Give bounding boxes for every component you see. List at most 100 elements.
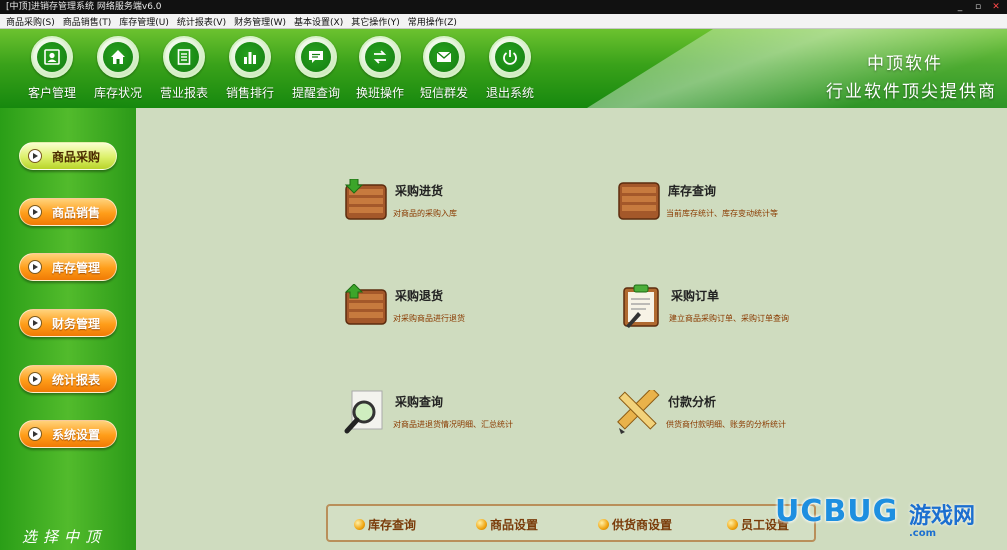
function-purchase-return[interactable]: 采购退货 对采购商品进行退货 [344,284,584,344]
quick-supplier-settings[interactable]: 供货商设置 [598,516,672,533]
sidebar-item-label: 商品销售 [52,205,101,220]
function-purchase-query[interactable]: 采购查询 对商品进退货情况明细、汇总统计 [344,390,584,450]
brand-name: 中顶软件 [867,54,943,74]
menu-inventory[interactable]: 库存管理(U) [119,15,169,28]
window-controls: _ ▫ ✕ [955,0,1001,14]
play-icon [28,205,42,219]
quick-label: 供货商设置 [612,518,673,532]
function-title: 采购进货 [395,184,444,198]
function-desc: 对商品进退货情况明细、汇总统计 [393,420,513,429]
menu-common[interactable]: 常用操作(Z) [408,15,457,28]
bar-chart-icon [244,52,256,64]
play-icon [28,149,42,163]
watermark-logo: UCBUG [775,494,899,529]
toolbar-sales-ranking-button[interactable]: 销售排行 [217,36,283,104]
swap-icon [373,50,387,64]
function-title: 付款分析 [668,395,717,409]
toolbar-business-report-button[interactable]: 营业报表 [151,36,217,104]
sidebar-item-purchase[interactable]: 商品采购 [19,142,117,170]
main-toolbar: 客户管理 库存状况 营业报表 销售排行 提醒查询 换班操作 短信群发 退出系统 … [0,29,1007,108]
function-title: 采购订单 [671,289,720,303]
menu-basic-settings[interactable]: 基本设置(X) [294,15,343,28]
watermark: UCBUG 游戏网 .com [775,488,997,546]
toolbar-exit-button[interactable]: 退出系统 [477,36,543,104]
customer-icon [44,49,60,65]
home-icon [111,50,125,64]
function-stock-query[interactable]: 库存查询 当前库存统计、库存变动统计等 [617,179,857,239]
window-title-bar: [中顶]进销存管理系统 网络服务端v6.0 _ ▫ ✕ [0,0,1007,14]
toolbar-customer-button[interactable]: 客户管理 [19,36,85,104]
sidebar-item-finance[interactable]: 财务管理 [19,309,117,337]
toolbar-sms-button[interactable]: 短信群发 [411,36,477,104]
play-icon [28,372,42,386]
sidebar-item-label: 系统设置 [52,427,101,442]
sidebar-item-label: 财务管理 [52,316,101,331]
function-purchase-in[interactable]: 采购进货 对商品的采购入库 [344,179,584,239]
watermark-text: 游戏网 [909,504,976,529]
menu-other[interactable]: 其它操作(Y) [351,15,400,28]
magnifier-icon [344,390,383,434]
toolbar-stock-status-button[interactable]: 库存状况 [85,36,151,104]
toolbar-label: 短信群发 [419,86,468,100]
window-title: [中顶]进销存管理系统 网络服务端v6.0 [6,2,162,12]
play-icon [28,316,42,330]
orange-bullet-icon [598,519,609,530]
menu-bar: 商品采购(S) 商品销售(T) 库存管理(U) 统计报表(V) 财务管理(W) … [0,14,1007,29]
function-purchase-order[interactable]: 采购订单 建立商品采购订单、采购订单查询 [620,284,860,344]
clipboard-icon [623,284,659,328]
message-icon [309,51,323,63]
minimize-icon[interactable]: _ [955,0,965,14]
function-title: 库存查询 [668,184,717,198]
menu-sales[interactable]: 商品销售(T) [63,15,112,28]
toolbar-reminder-button[interactable]: 提醒查询 [283,36,349,104]
watermark-domain: .com [909,528,937,539]
function-payment-analysis[interactable]: 付款分析 供货商付款明细、账务的分析统计 [617,390,857,450]
function-desc: 建立商品采购订单、采购订单查询 [669,314,789,323]
crate-up-icon [344,284,387,325]
orange-bullet-icon [354,519,365,530]
sidebar-item-settings[interactable]: 系统设置 [19,420,117,448]
toolbar-label: 提醒查询 [291,86,340,100]
function-desc: 对商品的采购入库 [393,209,457,218]
function-desc: 供货商付款明细、账务的分析统计 [666,420,786,429]
close-icon[interactable]: ✕ [991,0,1001,14]
sidebar-item-reports[interactable]: 统计报表 [19,365,117,393]
menu-purchase[interactable]: 商品采购(S) [6,15,55,28]
function-desc: 当前库存统计、库存变动统计等 [666,209,778,218]
crate-icon [618,182,660,220]
left-sidebar: 商品采购 商品销售 库存管理 财务管理 统计报表 系统设置 选择中顶 [0,108,136,550]
sidebar-item-sales[interactable]: 商品销售 [19,198,117,226]
menu-reports[interactable]: 统计报表(V) [177,15,226,28]
ruler-pencil-icon [617,390,660,434]
toolbar-label: 换班操作 [355,86,404,100]
crate-down-icon [344,179,387,220]
toolbar-label: 退出系统 [485,86,534,100]
sidebar-item-inventory[interactable]: 库存管理 [19,253,117,281]
sidebar-slogan: 选择中顶 [22,528,107,546]
maximize-icon[interactable]: ▫ [973,0,983,14]
brand-logo-text: 中顶软件 行业软件顶尖提供商 [826,49,997,102]
play-icon [28,427,42,441]
orange-bullet-icon [727,519,738,530]
quick-stock-query[interactable]: 库存查询 [354,516,416,533]
brand-slogan: 行业软件顶尖提供商 [826,82,997,102]
play-icon [28,260,42,274]
orange-bullet-icon [476,519,487,530]
power-icon [503,50,517,65]
sidebar-item-label: 统计报表 [52,372,101,387]
sidebar-item-label: 库存管理 [52,260,101,275]
quick-label: 商品设置 [490,518,539,532]
document-icon [177,49,191,65]
quick-access-bar: 库存查询 商品设置 供货商设置 员工设置 [326,504,816,542]
function-desc: 对采购商品进行退货 [393,314,465,323]
toolbar-label: 营业报表 [159,86,208,100]
quick-product-settings[interactable]: 商品设置 [476,516,538,533]
toolbar-shift-change-button[interactable]: 换班操作 [347,36,413,104]
sms-icon [436,51,452,62]
quick-label: 库存查询 [368,518,417,532]
toolbar-label: 库存状况 [93,86,142,100]
menu-finance[interactable]: 财务管理(W) [234,15,286,28]
function-title: 采购查询 [395,395,444,409]
toolbar-label: 客户管理 [27,86,76,100]
sidebar-item-label: 商品采购 [52,149,101,164]
